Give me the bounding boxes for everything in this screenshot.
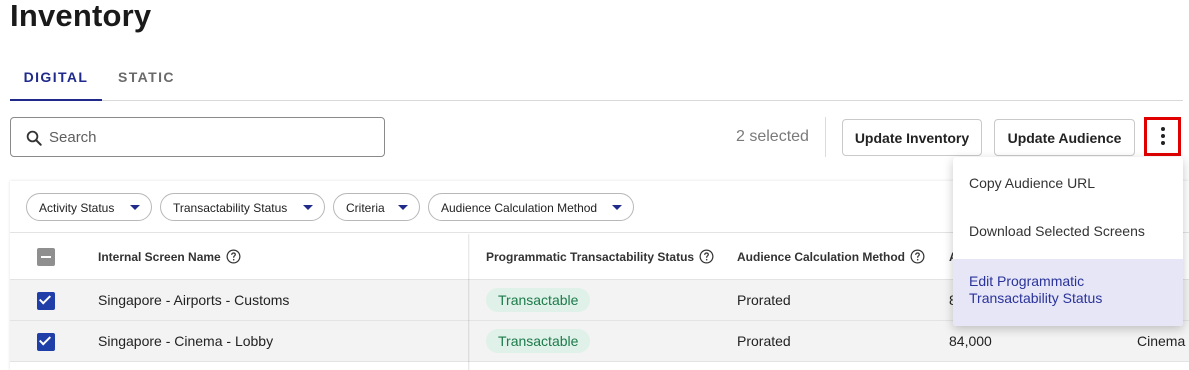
help-circle-icon[interactable] [699, 249, 714, 264]
filter-chip-label: Criteria [346, 201, 385, 215]
page-title: Inventory [10, 0, 152, 33]
caret-down-icon [130, 205, 140, 210]
menu-item-download-selected-screens[interactable]: Download Selected Screens [953, 223, 1183, 247]
menu-item-label: Edit Programmatic Transactability Status [969, 273, 1103, 306]
status-badge: Transactable [486, 329, 591, 353]
selected-count: 2 selected [736, 128, 809, 145]
help-circle-icon[interactable] [910, 249, 925, 264]
column-header-label: Internal Screen Name [98, 249, 221, 264]
menu-item-copy-audience-url[interactable]: Copy Audience URL [953, 175, 1183, 199]
cell-screen-name: Singapore - Airports - Customs [98, 292, 290, 308]
search-icon [26, 130, 42, 146]
caret-down-icon [398, 205, 408, 210]
update-inventory-button[interactable]: Update Inventory [842, 119, 982, 156]
status-badge: Transactable [486, 288, 591, 312]
check-icon [38, 333, 52, 346]
row-checkbox[interactable] [37, 292, 55, 310]
cell-category: Cinema [1137, 333, 1186, 349]
cell-calculation-method: Prorated [737, 333, 791, 349]
more-options-button[interactable] [1144, 117, 1181, 156]
menu-item-edit-programmatic-transactability-status[interactable]: Edit Programmatic Transactability Status [953, 259, 1183, 326]
tab-static[interactable]: STATIC [118, 56, 175, 100]
caret-down-icon [612, 205, 622, 210]
column-header-programmatic-transactability-status[interactable]: Programmatic Transactability Status [486, 234, 714, 279]
table-row[interactable]: Singapore - Cinema - Lobby Transactable … [10, 321, 1189, 362]
cell-audience: 84,000 [949, 333, 992, 349]
filter-chip-transactability-status[interactable]: Transactability Status [160, 193, 325, 221]
cell-screen-name: Singapore - Cinema - Lobby [98, 333, 274, 349]
update-audience-button[interactable]: Update Audience [994, 119, 1135, 156]
tab-digital[interactable]: DIGITAL [10, 56, 102, 101]
row-checkbox[interactable] [37, 333, 55, 351]
column-header-label: Programmatic Transactability Status [486, 249, 695, 264]
filter-chip-label: Transactability Status [173, 201, 288, 215]
filter-chip-label: Audience Calculation Method [441, 201, 598, 215]
sticky-column-shadow [468, 234, 470, 370]
minus-icon [41, 256, 51, 258]
more-options-menu: Copy Audience URL Download Selected Scre… [953, 157, 1183, 326]
column-header-audience-calculation-method[interactable]: Audience Calculation Method [737, 234, 925, 279]
filter-chip-activity-status[interactable]: Activity Status [26, 193, 152, 221]
check-icon [38, 292, 52, 305]
select-all-checkbox[interactable] [37, 248, 55, 266]
search-box[interactable] [10, 117, 385, 157]
filter-chip-label: Activity Status [39, 201, 115, 215]
filter-chip-audience-calculation-method[interactable]: Audience Calculation Method [428, 193, 634, 221]
cell-transactability-status: Transactable [486, 321, 591, 361]
tab-bar: DIGITAL STATIC [10, 56, 1183, 101]
cell-calculation-method: Prorated [737, 292, 791, 308]
cell-transactability-status: Transactable [486, 280, 591, 320]
column-header-label: Audience Calculation Method [737, 249, 906, 264]
filter-chip-criteria[interactable]: Criteria [333, 193, 420, 221]
caret-down-icon [303, 205, 313, 210]
toolbar-divider [825, 117, 826, 157]
column-header-internal-screen-name[interactable]: Internal Screen Name [98, 234, 241, 279]
search-input[interactable] [49, 126, 369, 148]
help-circle-icon[interactable] [226, 249, 241, 264]
